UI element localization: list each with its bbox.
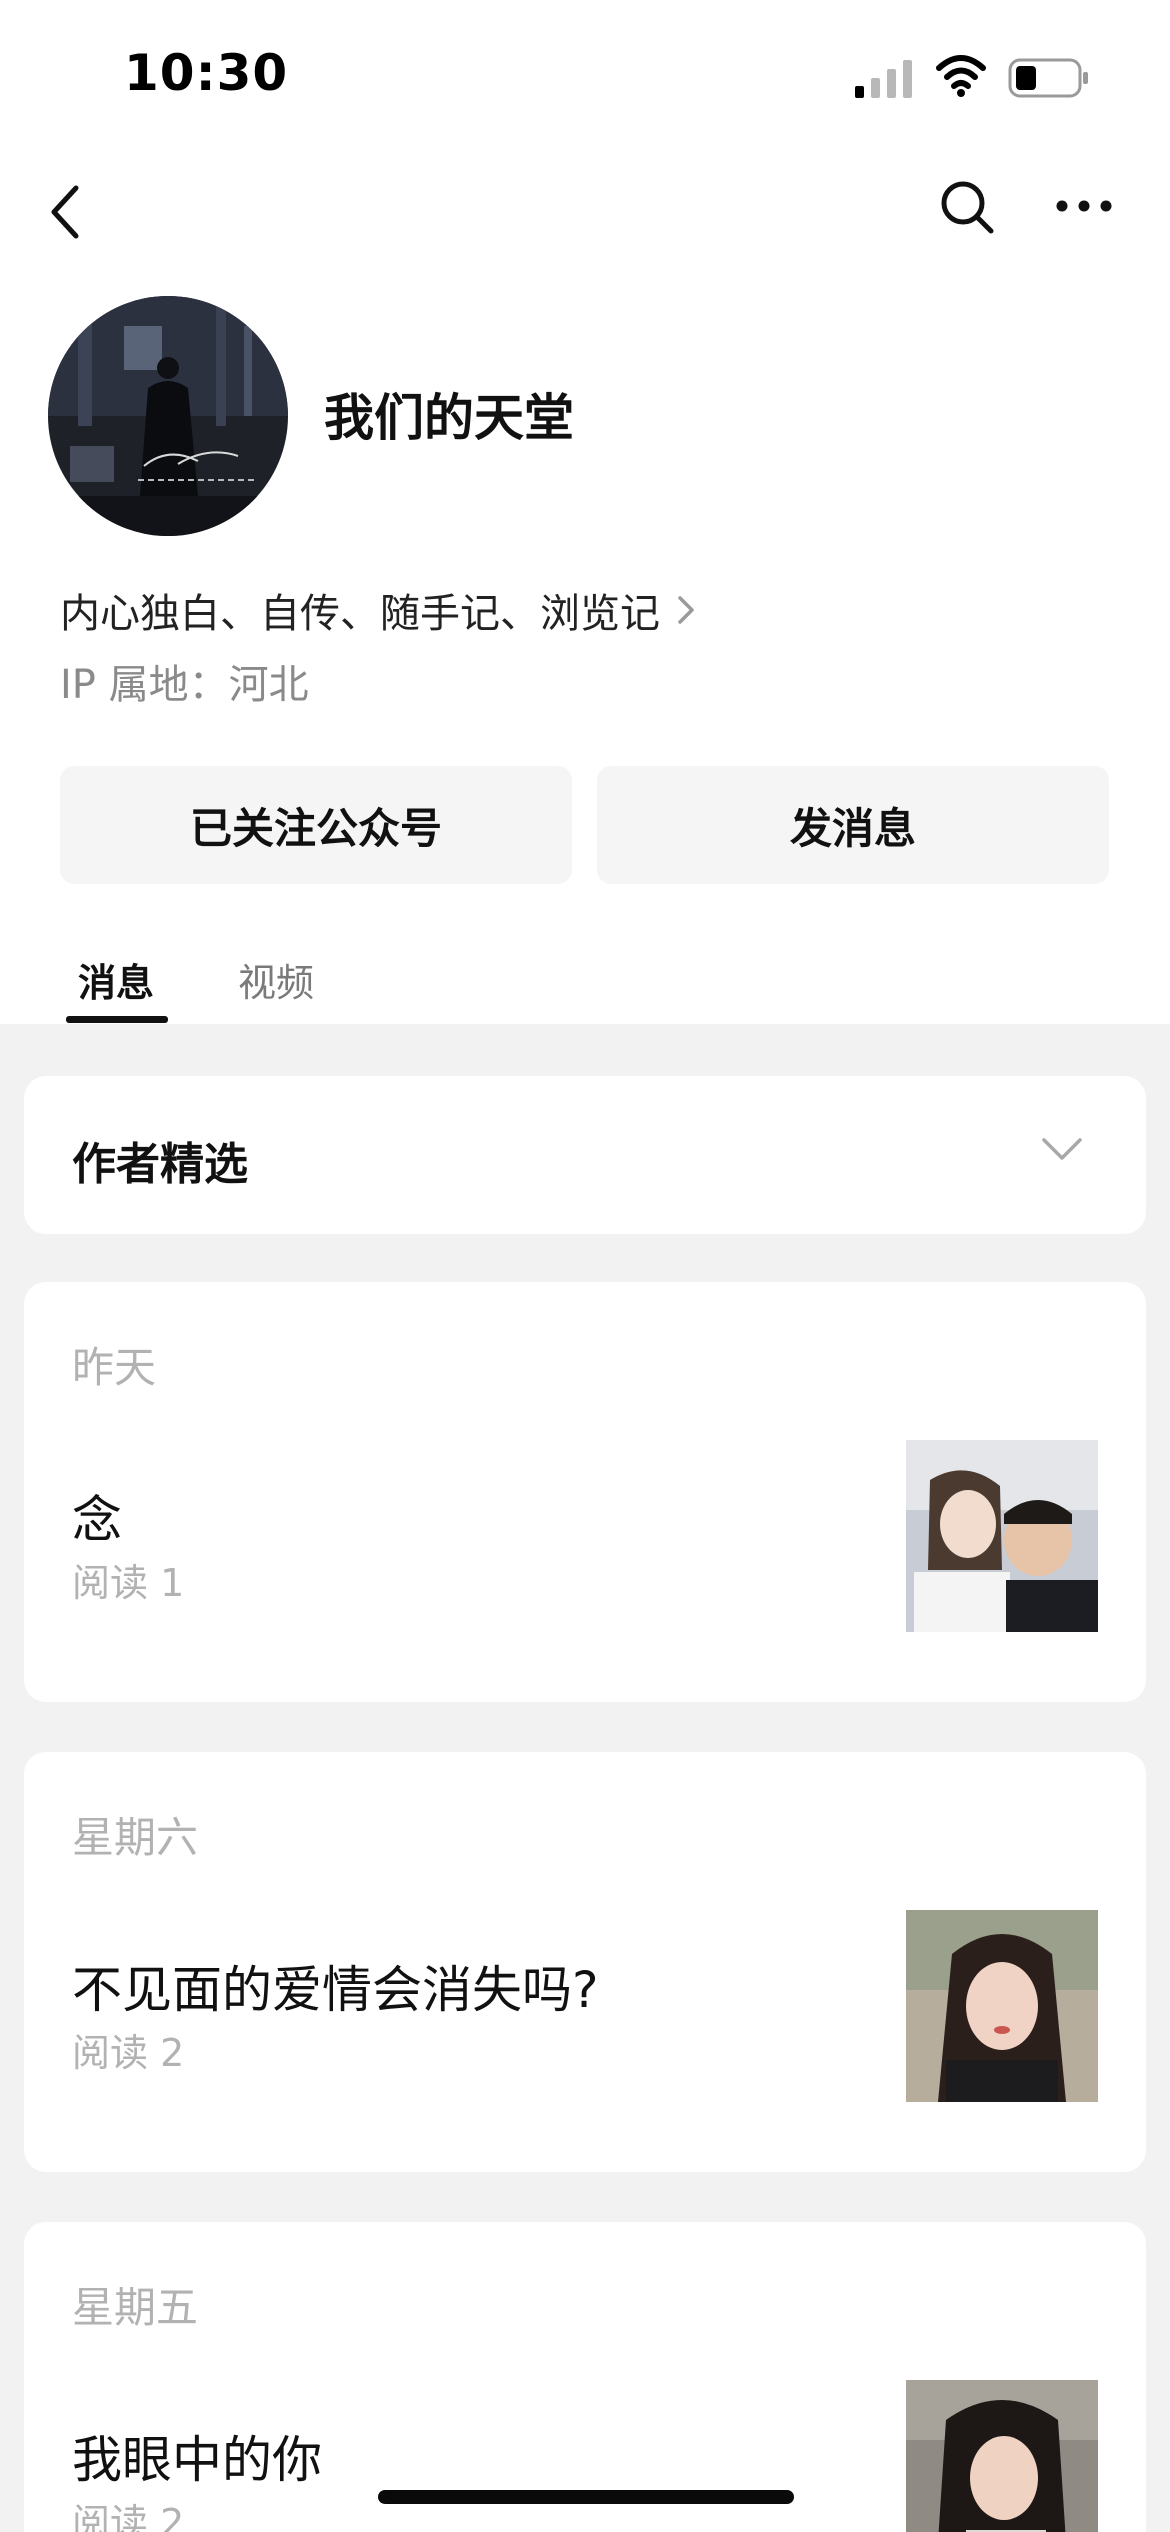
tab-videos[interactable]: 视频 <box>238 952 314 1007</box>
article-title: 不见面的爱情会消失吗? <box>72 1961 599 2019</box>
chevron-right-icon <box>678 596 694 624</box>
article-card[interactable]: 昨天 念 阅读 1 <box>24 1282 1146 1702</box>
article-date: 星期五 <box>72 2283 199 2332</box>
send-message-button-label: 发消息 <box>789 803 916 853</box>
article-card[interactable]: 星期五 我眼中的你 阅读 2 <box>24 2222 1146 2532</box>
article-date: 昨天 <box>72 1343 157 1392</box>
tab-messages[interactable]: 消息 <box>78 952 154 1007</box>
send-message-button[interactable]: 发消息 <box>597 766 1109 884</box>
article-card[interactable]: 星期六 不见面的爱情会消失吗? 阅读 2 <box>24 1752 1146 2172</box>
article-thumbnail <box>906 1910 1098 2102</box>
featured-title: 作者精选 <box>72 1139 248 1190</box>
status-bar: 10:30 <box>0 0 1170 150</box>
article-feed: 作者精选 昨天 念 阅读 1 星期六 不见面的爱情会消失吗? 阅读 2 星期五 … <box>0 1024 1170 2532</box>
chevron-down-icon <box>1042 1138 1082 1160</box>
article-read-count: 阅读 2 <box>72 2031 185 2075</box>
status-time: 10:30 <box>124 44 289 102</box>
thumbnail-image <box>906 1910 1098 2102</box>
battery-icon <box>1008 58 1088 98</box>
back-icon[interactable] <box>44 180 88 244</box>
wifi-icon <box>936 55 986 97</box>
page: 10:30 我们的天堂 内心独白、自传、随手记、浏览记 IP 属地：河北 已关注… <box>0 0 1170 2532</box>
thumbnail-image <box>906 2380 1098 2532</box>
avatar[interactable] <box>48 296 288 536</box>
followed-account-button-label: 已关注公众号 <box>189 803 442 853</box>
article-title: 我眼中的你 <box>72 2431 322 2489</box>
cellular-signal-icon <box>855 60 912 98</box>
tab-active-indicator <box>66 1016 168 1023</box>
article-date: 星期六 <box>72 1813 199 1862</box>
thumbnail-image <box>906 1440 1098 1632</box>
article-thumbnail <box>906 1440 1098 1632</box>
article-read-count: 阅读 1 <box>72 1561 185 1605</box>
search-icon[interactable] <box>938 178 996 236</box>
ip-location: IP 属地：河北 <box>60 662 309 708</box>
followed-account-button[interactable]: 已关注公众号 <box>60 766 572 884</box>
article-thumbnail <box>906 2380 1098 2532</box>
intro-text: 内心独白、自传、随手记、浏览记 <box>60 591 660 637</box>
more-icon[interactable] <box>1054 196 1114 216</box>
article-read-count: 阅读 2 <box>72 2501 185 2532</box>
home-indicator[interactable] <box>378 2490 794 2504</box>
intro-link[interactable]: 内心独白、自传、随手记、浏览记 <box>60 582 700 638</box>
article-title: 念 <box>72 1491 122 1549</box>
avatar-image <box>48 296 288 536</box>
featured-section-toggle[interactable]: 作者精选 <box>24 1076 1146 1234</box>
account-name: 我们的天堂 <box>324 389 574 447</box>
